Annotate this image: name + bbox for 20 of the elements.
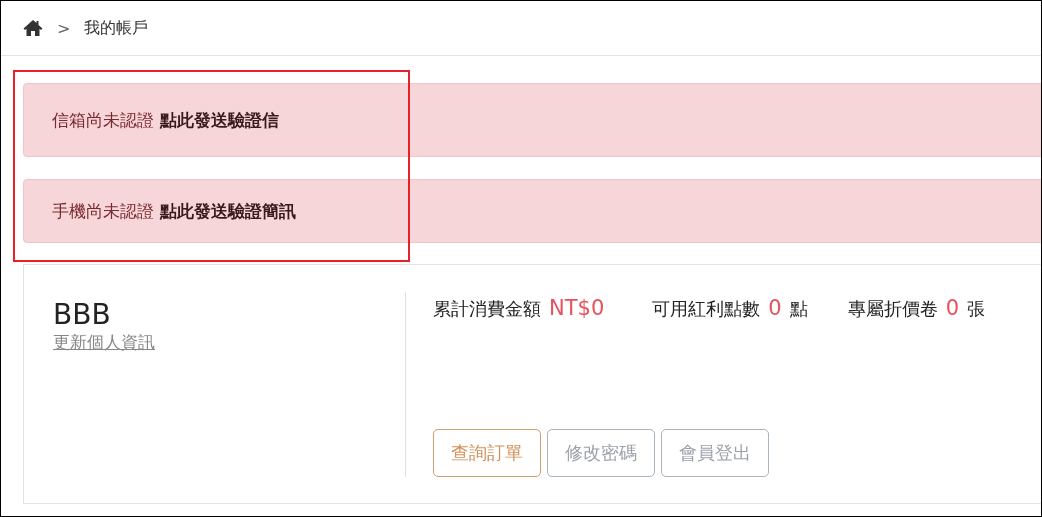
action-button[interactable]: 查詢訂單 [433, 429, 541, 477]
verify-link[interactable]: 點此發送驗證信 [160, 108, 279, 132]
stat-label: 專屬折價卷 [847, 298, 938, 319]
stat-value: NT$0 [549, 296, 605, 320]
action-button[interactable]: 會員登出 [661, 429, 769, 477]
verify-link[interactable]: 點此發送驗證簡訊 [160, 199, 296, 223]
stat-label: 累計消費金額 [433, 298, 541, 319]
alert-text: 手機尚未認證 [52, 199, 154, 223]
stat-label: 可用紅利點數 [652, 298, 761, 319]
home-icon[interactable] [23, 19, 43, 37]
breadcrumb-item: 我的帳戶 [84, 17, 149, 39]
stat-value: 0 [768, 296, 782, 320]
stat-value: 0 [945, 296, 959, 320]
alert-text: 信箱尚未認證 [52, 108, 154, 132]
stat-unit: 張 [967, 298, 985, 319]
user-name: BBB [53, 297, 111, 333]
edit-profile-link[interactable]: 更新個人資訊 [53, 331, 155, 354]
breadcrumb-separator: > [57, 18, 71, 38]
stat-unit: 點 [789, 298, 808, 319]
action-button[interactable]: 修改密碼 [547, 429, 655, 477]
